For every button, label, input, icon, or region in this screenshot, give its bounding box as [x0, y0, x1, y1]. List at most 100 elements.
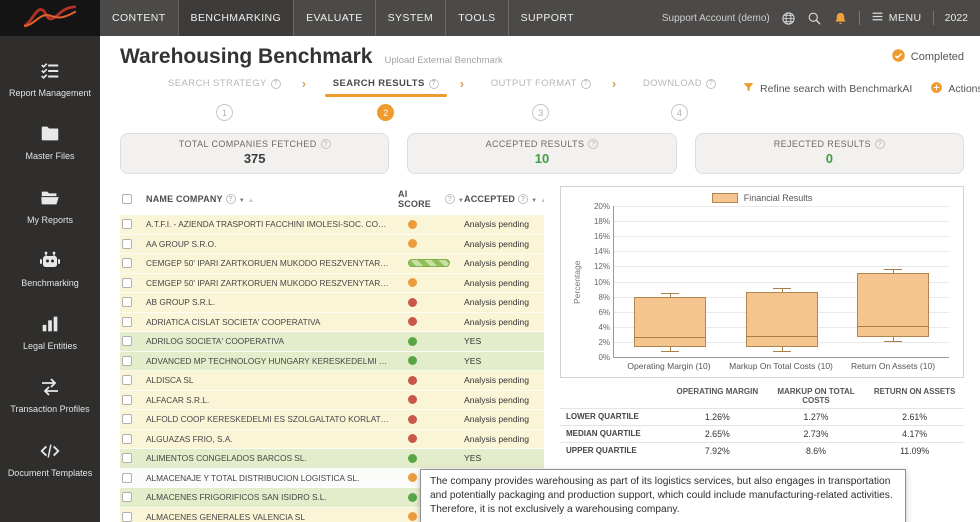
legend-swatch [711, 193, 738, 203]
row-checkbox[interactable] [122, 414, 132, 425]
status-label: Completed [910, 51, 964, 63]
table-row[interactable]: ALFACAR S.R.L. Analysis pending [120, 390, 544, 410]
row-checkbox[interactable] [122, 355, 132, 366]
upload-external-benchmark-link[interactable]: Upload External Benchmark [384, 55, 502, 66]
checklist-icon [39, 59, 61, 83]
sidebar-item-label: Benchmarking [21, 277, 79, 288]
ai-analysis-text: The company provides warehousing as part… [430, 476, 893, 515]
gridline [614, 206, 949, 207]
select-all-checkbox[interactable] [122, 194, 132, 204]
row-checkbox[interactable] [122, 394, 132, 405]
chevron-right-icon [612, 76, 616, 91]
table-row[interactable]: ADVANCED MP TECHNOLOGY HUNGARY KERESKEDE… [120, 351, 544, 371]
sidebar-item[interactable]: Master Files [0, 111, 100, 174]
column-header-name[interactable]: NAME COMPANY [146, 194, 398, 204]
gridline [614, 266, 949, 268]
column-header-score[interactable]: AI SCORE [398, 189, 464, 209]
x-axis-category: Markup On Total Costs (10) [729, 361, 833, 371]
wizard-step-number: 3 [532, 104, 550, 121]
y-tick-label: 12% [593, 262, 610, 272]
sidebar-item[interactable]: Document Templates [0, 428, 100, 491]
sort-desc-icon[interactable] [239, 194, 245, 204]
brand-logo-icon [22, 4, 78, 33]
y-tick-label: 8% [598, 292, 610, 302]
row-checkbox[interactable] [122, 472, 132, 483]
sidebar-item[interactable]: Report Management [0, 48, 100, 111]
row-checkbox[interactable] [122, 336, 132, 347]
nav-item-label: TOOLS [458, 12, 496, 24]
row-checkbox[interactable] [122, 219, 132, 230]
wizard-step-underline [160, 94, 289, 97]
table-row[interactable]: ALIMENTOS CONGELADOS BARCOS SL. YES [120, 449, 544, 469]
table-row[interactable]: ALFOLD COOP KERESKEDELMI ES SZOLGALTATO … [120, 410, 544, 430]
row-checkbox[interactable] [122, 453, 132, 464]
globe-icon[interactable] [781, 11, 796, 26]
sidebar-item[interactable]: Benchmarking [0, 238, 100, 301]
sidebar-item[interactable]: Transaction Profiles [0, 364, 100, 427]
accepted-status: Analysis pending [464, 219, 529, 230]
table-row[interactable]: ADRIATICA CISLAT SOCIETA' COOPERATIVA An… [120, 312, 544, 332]
account-label[interactable]: Support Account (demo) [662, 13, 770, 24]
wizard-step[interactable]: DOWNLOAD 4 [617, 78, 742, 121]
sort-asc-icon[interactable] [540, 194, 544, 204]
quartile-value: 1.26% [668, 408, 767, 425]
nav-item[interactable]: SUPPORT [507, 0, 586, 36]
table-row[interactable]: AA GROUP S.R.O. Analysis pending [120, 234, 544, 254]
accepted-status: Analysis pending [464, 394, 529, 405]
quartile-value: 2.73% [766, 425, 866, 442]
ai-score-indicator [408, 453, 417, 463]
y-tick-label: 16% [593, 232, 610, 242]
chart-plot: 0% 2% 4% 6% 8% 10% 12% 14% 16% 18% 20% [594, 202, 949, 362]
brand-logo[interactable] [0, 0, 100, 36]
table-row[interactable]: ADRILOG SOCIETA' COOPERATIVA YES [120, 332, 544, 352]
table-row[interactable]: A.T.F.I. - AZIENDA TRASPORTI FACCHINI IM… [120, 215, 544, 235]
code-icon [39, 439, 61, 463]
whisker-cap [772, 351, 791, 353]
actions-button[interactable]: Actions [930, 81, 980, 97]
nav-item-label: SUPPORT [520, 12, 574, 24]
row-checkbox[interactable] [122, 238, 132, 249]
table-row[interactable]: CEMGEP 50' IPARI ZARTKORUEN MUKODO RESZV… [120, 273, 544, 293]
table-row[interactable]: CEMGEP 50' IPARI ZARTKORUEN MUKODO RESZV… [120, 254, 544, 274]
sidebar-item[interactable]: Legal Entities [0, 301, 100, 364]
company-name: CEMGEP 50' IPARI ZARTKORUEN MUKODO RESZV… [146, 258, 398, 269]
quartile-bar [745, 292, 818, 348]
accepted-status: Analysis pending [464, 414, 529, 425]
refine-benchmarkai-button[interactable]: Refine search with BenchmarkAI [742, 81, 912, 97]
menu-button[interactable]: MENU [871, 10, 922, 26]
wizard-step[interactable]: SEARCH RESULTS 2 [307, 78, 465, 121]
row-checkbox[interactable] [122, 297, 132, 308]
wizard-step[interactable]: SEARCH STRATEGY 1 [142, 78, 307, 121]
wizard-step[interactable]: OUTPUT FORMAT 3 [465, 78, 617, 121]
row-checkbox[interactable] [122, 433, 132, 444]
column-header-accepted[interactable]: ACCEPTED [464, 194, 544, 204]
quartile-value: 2.61% [865, 408, 964, 425]
nav-item[interactable]: TOOLS [445, 0, 507, 36]
table-row[interactable]: AB GROUP S.R.L. Analysis pending [120, 293, 544, 313]
ai-score-indicator [408, 278, 417, 288]
sort-asc-icon[interactable] [248, 194, 254, 204]
row-checkbox[interactable] [122, 492, 132, 503]
nav-item[interactable]: BENCHMARKING [177, 0, 294, 36]
row-checkbox[interactable] [122, 511, 132, 522]
nav-item[interactable]: SYSTEM [374, 0, 446, 36]
row-checkbox[interactable] [122, 258, 132, 269]
ai-score-indicator [408, 336, 417, 346]
row-checkbox[interactable] [122, 375, 132, 386]
bell-icon[interactable] [833, 11, 848, 26]
search-icon[interactable] [807, 11, 822, 26]
sidebar-item[interactable]: My Reports [0, 175, 100, 238]
nav-item[interactable]: CONTENT [100, 0, 178, 36]
x-axis-category: Return On Assets (10) [850, 361, 936, 371]
row-checkbox[interactable] [122, 277, 132, 288]
y-tick-label: 10% [593, 277, 610, 287]
whisker-cap [660, 293, 679, 295]
sidebar-item-label: Report Management [8, 88, 92, 98]
row-checkbox[interactable] [122, 316, 132, 327]
table-row[interactable]: ALDISCA SL Analysis pending [120, 371, 544, 391]
sort-desc-icon[interactable] [531, 194, 537, 204]
year-selector[interactable]: 2022 [945, 12, 968, 24]
stat-card: ACCEPTED RESULTS 10 [407, 133, 677, 174]
table-row[interactable]: ALGUAZAS FRIO, S.A. Analysis pending [120, 429, 544, 449]
nav-item[interactable]: EVALUATE [293, 0, 375, 36]
